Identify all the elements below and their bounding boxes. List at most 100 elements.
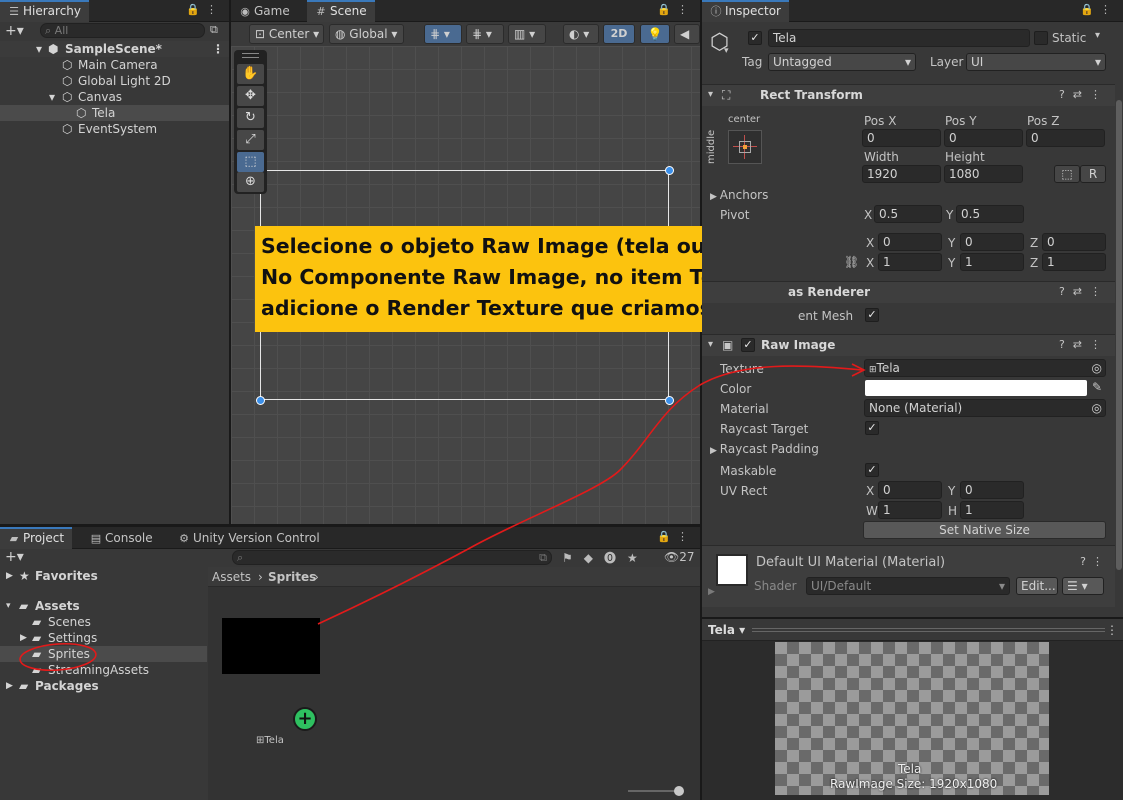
- layer-dropdown[interactable]: UI ▾: [966, 53, 1106, 71]
- rot-z-input[interactable]: 0: [1042, 233, 1106, 251]
- tab-game[interactable]: ◉ Game: [231, 0, 298, 22]
- asset-tile-tela[interactable]: [222, 618, 320, 674]
- foldout-arrow-icon[interactable]: ▾: [6, 598, 11, 614]
- raycast-target-checkbox[interactable]: ✓: [865, 421, 879, 435]
- pos-x-input[interactable]: 0: [862, 129, 941, 147]
- object-name-input[interactable]: Tela: [768, 29, 1030, 47]
- static-dropdown-icon[interactable]: ▾: [1095, 30, 1100, 41]
- scale-tool-icon[interactable]: ⤢: [237, 130, 264, 150]
- preview-menu-icon[interactable]: ⋮: [1106, 623, 1118, 637]
- rect-tool-icon[interactable]: ⬚: [237, 152, 264, 172]
- component-tools-icon[interactable]: ?⇄⋮: [1059, 88, 1109, 101]
- rect-handle[interactable]: [665, 166, 674, 175]
- project-search-input[interactable]: ⌕ ⧉: [232, 550, 552, 565]
- anchors-foldout[interactable]: ▶ Anchors: [710, 188, 768, 202]
- pos-y-input[interactable]: 0: [944, 129, 1023, 147]
- pivot-y-input[interactable]: 0.5: [956, 205, 1024, 223]
- slider-thumb[interactable]: [674, 786, 684, 796]
- foldout-arrow-icon[interactable]: ▾: [708, 89, 713, 100]
- material-tools-icon[interactable]: ?⋮: [1080, 555, 1109, 568]
- uv-y-input[interactable]: 0: [960, 481, 1024, 499]
- tree-item-eventsystem[interactable]: ⬡ EventSystem: [0, 121, 229, 137]
- tree-item-samplescene[interactable]: ▾ ⬢ SampleScene* ⋮: [0, 41, 229, 57]
- scale-y-input[interactable]: 1: [960, 253, 1024, 271]
- anchor-preset-button[interactable]: [728, 130, 762, 164]
- raw-image-enabled-checkbox[interactable]: ✓: [741, 338, 755, 352]
- uv-x-input[interactable]: 0: [878, 481, 942, 499]
- hierarchy-search-input[interactable]: ⌕ All: [40, 23, 205, 38]
- filter-toolbar-icons[interactable]: ⚑◆⓿★: [562, 549, 649, 566]
- tree-item-tela[interactable]: ⬡ Tela: [0, 105, 229, 121]
- raycast-padding-foldout[interactable]: ▶ Raycast Padding: [710, 442, 819, 456]
- tree-item-settings[interactable]: ▶ ▰ Settings: [0, 630, 207, 646]
- foldout-arrow-icon[interactable]: ▾: [708, 339, 713, 350]
- draw-mode-dropdown[interactable]: ◐ ▾: [563, 24, 599, 44]
- mode-2d-toggle[interactable]: 2D: [603, 24, 635, 44]
- tab-scene[interactable]: # Scene: [307, 0, 375, 22]
- tag-dropdown[interactable]: Untagged ▾: [768, 53, 916, 71]
- expand-arrow-icon[interactable]: ▾: [49, 89, 55, 105]
- pivot-x-input[interactable]: 0.5: [874, 205, 942, 223]
- rot-x-input[interactable]: 0: [878, 233, 942, 251]
- grid-toggle[interactable]: ⋕ ▾: [466, 24, 504, 44]
- drag-handle-icon[interactable]: [242, 53, 259, 58]
- tab-project[interactable]: ▰ Project: [0, 527, 73, 549]
- tree-item-scenes[interactable]: ▰ Scenes: [0, 614, 207, 630]
- lock-menu-icon[interactable]: 🔒⋮: [1080, 3, 1117, 16]
- uv-h-input[interactable]: 1: [960, 501, 1024, 519]
- space-dropdown[interactable]: ◍ Global ▾: [329, 24, 404, 44]
- grid-snap-toggle[interactable]: ⋕ ▾: [424, 24, 462, 44]
- raw-image-header[interactable]: ▾ ▣ ✓ Raw Image ?⇄⋮: [702, 334, 1115, 356]
- foldout-arrow-icon[interactable]: ▶: [708, 587, 715, 597]
- preview-dropdown[interactable]: Tela ▾: [708, 623, 745, 637]
- scale-x-input[interactable]: 1: [878, 253, 942, 271]
- component-tools-icon[interactable]: ?⇄⋮: [1059, 338, 1109, 351]
- search-filter-icon[interactable]: ⧉: [210, 23, 218, 37]
- raw-edit-button[interactable]: R: [1080, 165, 1106, 183]
- cull-transparent-mesh-checkbox[interactable]: ✓: [865, 308, 879, 322]
- tab-hierarchy[interactable]: ☰ Hierarchy: [0, 0, 90, 22]
- breadcrumb-assets[interactable]: Assets: [212, 570, 251, 584]
- uv-w-input[interactable]: 1: [878, 501, 942, 519]
- component-tools-icon[interactable]: ?⇄⋮: [1059, 285, 1109, 298]
- foldout-arrow-icon[interactable]: ▶: [6, 678, 13, 694]
- shader-dropdown[interactable]: UI/Default ▾: [806, 577, 1010, 595]
- search-options-icon[interactable]: ⧉: [539, 551, 547, 564]
- hand-tool-icon[interactable]: ✋: [237, 64, 264, 84]
- create-button[interactable]: +▾: [5, 549, 24, 565]
- texture-field[interactable]: ⊞Tela ◎: [864, 359, 1106, 377]
- lock-menu-icon[interactable]: 🔒⋮: [657, 530, 694, 543]
- active-checkbox[interactable]: ✓: [748, 31, 762, 45]
- material-field[interactable]: None (Material) ◎: [864, 399, 1106, 417]
- move-tool-icon[interactable]: ✥: [237, 86, 264, 106]
- icon-size-slider[interactable]: [628, 790, 678, 792]
- height-input[interactable]: 1080: [944, 165, 1023, 183]
- transform-tool-icon[interactable]: ⊕: [237, 172, 264, 192]
- lighting-toggle[interactable]: 💡: [640, 24, 670, 44]
- tree-item-favorites[interactable]: ▶ ★ Favorites: [0, 568, 207, 584]
- preview-drag-bar[interactable]: [752, 628, 1105, 632]
- tree-item-assets[interactable]: ▾ ▰ Assets: [0, 598, 207, 614]
- rect-handle[interactable]: [665, 396, 674, 405]
- tree-item-sprites[interactable]: ▰ Sprites: [0, 646, 207, 662]
- lock-menu-icon[interactable]: 🔒⋮: [657, 3, 694, 16]
- rot-y-input[interactable]: 0: [960, 233, 1024, 251]
- scale-z-input[interactable]: 1: [1042, 253, 1106, 271]
- width-input[interactable]: 1920: [862, 165, 941, 183]
- tree-item-global-light[interactable]: ⬡ Global Light 2D: [0, 73, 229, 89]
- set-native-size-button[interactable]: Set Native Size: [863, 521, 1106, 539]
- maskable-checkbox[interactable]: ✓: [865, 463, 879, 477]
- object-picker-icon[interactable]: ◎: [1092, 360, 1102, 376]
- foldout-arrow-icon[interactable]: ▶: [6, 568, 13, 584]
- foldout-arrow-icon[interactable]: ▶: [20, 630, 27, 646]
- tree-item-main-camera[interactable]: ⬡ Main Camera: [0, 57, 229, 73]
- tab-version-control[interactable]: ⚙ Unity Version Control: [170, 527, 328, 549]
- pivot-dropdown[interactable]: ⊡ Center ▾: [249, 24, 324, 44]
- rect-handle[interactable]: [256, 396, 265, 405]
- rotate-tool-icon[interactable]: ↻: [237, 108, 264, 128]
- tab-inspector[interactable]: ⓘ Inspector: [702, 0, 789, 22]
- tree-item-canvas[interactable]: ▾ ⬡ Canvas: [0, 89, 229, 105]
- pos-z-input[interactable]: 0: [1026, 129, 1105, 147]
- static-checkbox[interactable]: [1034, 31, 1048, 45]
- dropdown-arrow-icon[interactable]: ▾: [724, 46, 729, 56]
